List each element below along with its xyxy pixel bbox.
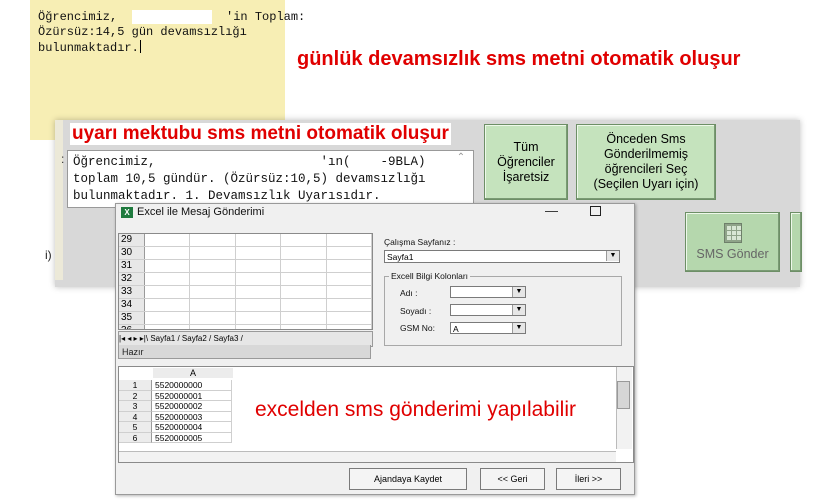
student-no-blank <box>350 154 381 167</box>
row-number: 34 <box>119 299 145 311</box>
sms-line1-end: 'in Toplam: <box>226 10 306 24</box>
scrollbar-thumb[interactable] <box>617 381 630 409</box>
row-number: 1 <box>119 380 152 391</box>
grid-row: 33 <box>119 286 372 299</box>
back-button[interactable]: << Geri <box>480 468 545 490</box>
caption-warning: uyarı mektubu sms metni otomatik oluşur <box>70 123 451 145</box>
scroll-arrow-icon[interactable]: ⌃ <box>454 152 468 202</box>
grid-row: 32 <box>119 273 372 286</box>
excel-icon: X <box>121 207 133 218</box>
sms-line2: Özürsüz:14,5 gün devamsızlığı <box>38 25 247 39</box>
text-cursor <box>139 40 141 53</box>
dialog-title: Excel ile Mesaj Gönderimi <box>137 206 265 218</box>
excel-columns-label: Excell Bilgi Kolonları <box>389 271 471 281</box>
surname-column-label: Soyadı : <box>400 306 432 316</box>
row-number: 29 <box>119 234 145 246</box>
grid-row: 31 <box>119 260 372 273</box>
row-number: 30 <box>119 247 145 259</box>
row-number: 35 <box>119 312 145 324</box>
caption-daily: günlük devamsızlık sms metni otomatik ol… <box>297 48 741 70</box>
tum-label-2: Öğrenciler <box>497 154 555 169</box>
next-button[interactable]: İleri >> <box>556 468 621 490</box>
all-students-unmark-button[interactable]: Tüm Öğrenciler İşaretsiz <box>484 124 568 200</box>
tum-label-3: İşaretsiz <box>502 169 550 184</box>
dropdown-arrow-icon[interactable]: ▼ <box>512 323 525 333</box>
sms-line1-start: Öğrencimiz, <box>38 10 118 24</box>
row-number: 31 <box>119 260 145 272</box>
name-column-select[interactable]: ▼ <box>450 286 526 298</box>
letter-line1-start: Öğrencimiz, <box>73 155 156 169</box>
grid-row: 36 <box>119 325 372 329</box>
grid-row: 29 <box>119 234 372 247</box>
table-row[interactable]: 3 5520000002 <box>119 401 232 412</box>
phone-cell: 5520000005 <box>152 432 232 443</box>
letter-line2: toplam 10,5 gündür. (Özürsüz:10,5) devam… <box>73 172 426 186</box>
select-unsent-students-button[interactable]: Önceden Sms Gönderilmemiş öğrencileri Se… <box>576 124 716 200</box>
row-number: 32 <box>119 273 145 285</box>
onceden-label-1: Önceden Sms <box>606 132 686 146</box>
grid-row: 35 <box>119 312 372 325</box>
worksheet-select[interactable]: Sayfa1 ▼ <box>384 250 620 263</box>
letter-text: Öğrencimiz, 'ın( -9BLA) toplam 10,5 gündü… <box>73 154 426 205</box>
sms-keypad-icon <box>723 222 742 243</box>
row-number: 4 <box>119 411 152 422</box>
phone-cell: 5520000004 <box>152 422 232 433</box>
letter-line1-mid: 'ın( <box>320 155 351 169</box>
partial-label: i) <box>45 248 52 262</box>
column-header-a: A <box>153 368 233 378</box>
table-row[interactable]: 2 5520000001 <box>119 390 232 401</box>
phone-cell: 5520000001 <box>152 390 232 401</box>
letter-line3: bulunmaktadır. 1. Devamsızlık Uyarısıdır… <box>73 189 381 203</box>
row-number: 2 <box>119 390 152 401</box>
grid-row: 30 <box>119 247 372 260</box>
phone-cell: 5520000002 <box>152 401 232 412</box>
dropdown-arrow-icon[interactable]: ▼ <box>606 251 619 261</box>
student-name-blank-2 <box>170 154 321 167</box>
surname-column-select[interactable]: ▼ <box>450 304 526 316</box>
row-number: 36 <box>119 325 145 329</box>
table-row[interactable]: 1 5520000000 <box>119 380 232 391</box>
row-number: 5 <box>119 422 152 433</box>
row-number: 3 <box>119 401 152 412</box>
student-name-blank <box>131 10 212 24</box>
worksheet-value: Sayfa1 <box>387 252 414 262</box>
phone-rows: 1 5520000000 2 5520000001 3 5520000002 4 552… <box>119 380 232 443</box>
dropdown-arrow-icon[interactable]: ▼ <box>512 305 525 315</box>
table-row[interactable]: 5 5520000004 <box>119 422 232 433</box>
table-row[interactable]: 4 5520000003 <box>119 411 232 422</box>
sms-send-button[interactable]: SMS Gönder <box>685 212 780 272</box>
sheet-status: Hazır <box>118 345 371 359</box>
sheet-preview-grid[interactable]: 29 30 31 32 33 34 35 36 <box>118 233 373 330</box>
onceden-label-2: Gönderilmemiş <box>603 147 689 161</box>
gsm-column-value: A <box>453 324 459 334</box>
sms-send-label: SMS Gönder <box>696 246 769 261</box>
minimize-icon[interactable]: — <box>545 203 558 218</box>
gsm-column-select[interactable]: A ▼ <box>450 322 526 334</box>
horizontal-scrollbar[interactable] <box>119 451 616 462</box>
letter-line1-end: -9BLA) <box>380 155 426 169</box>
tum-label-1: Tüm <box>513 139 539 154</box>
worksheet-label: Çalışma Sayfanız : <box>384 237 456 247</box>
save-to-agenda-button[interactable]: Ajandaya Kaydet <box>349 468 467 490</box>
onceden-label-4: (Seçilen Uyarı için) <box>593 177 699 191</box>
letter-colon: : <box>61 152 65 166</box>
table-row[interactable]: 6 5520000005 <box>119 432 232 443</box>
gsm-column-label: GSM No: <box>400 323 435 333</box>
caption-excel: excelden sms gönderimi yapılabilir <box>253 398 578 422</box>
dropdown-arrow-icon[interactable]: ▼ <box>512 287 525 297</box>
maximize-icon[interactable] <box>590 206 601 216</box>
sms-preview-text[interactable]: Öğrencimiz, 'in Toplam: Özürsüz:14,5 gün… <box>38 10 305 56</box>
partial-button[interactable] <box>790 212 802 272</box>
panel-edge <box>55 120 63 280</box>
row-number: 6 <box>119 432 152 443</box>
grid-row: 34 <box>119 299 372 312</box>
phone-cell: 5520000003 <box>152 411 232 422</box>
sms-line3: bulunmaktadır. <box>38 41 139 55</box>
row-number: 33 <box>119 286 145 298</box>
phone-cell: 5520000000 <box>152 380 232 391</box>
onceden-label-3: öğrencileri Seç <box>604 162 688 176</box>
name-column-label: Adı : <box>400 288 418 298</box>
